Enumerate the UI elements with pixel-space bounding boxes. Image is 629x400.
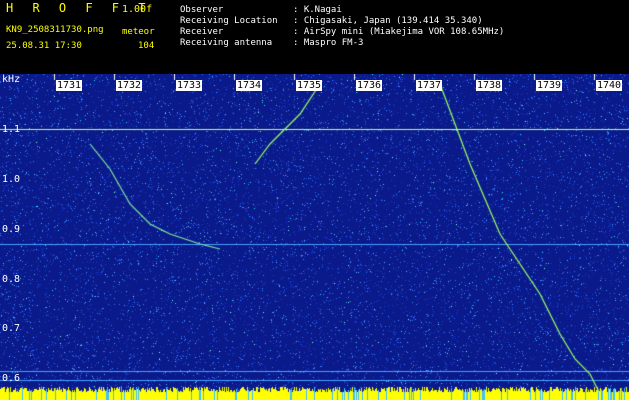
unit-label: kHz [2, 74, 21, 85]
y-tick-0-6: 0.6 [2, 373, 21, 384]
x-tick-1736: 1736 [356, 80, 383, 91]
count-label: 104 [138, 41, 155, 51]
version-label: 1.00f [122, 4, 153, 15]
antenna-label: Receiving antenna [180, 38, 273, 48]
datetime-label: 25.08.31 17:30 [6, 41, 82, 51]
x-tick-1732: 1732 [116, 80, 143, 91]
y-tick-0-8: 0.8 [2, 274, 21, 285]
y-tick-1-0: 1.0 [2, 174, 21, 185]
x-tick-1738: 1738 [476, 80, 503, 91]
mode-label: meteor [122, 27, 155, 37]
header: H R O F F T 1.00f KN9_2508311730.png met… [0, 0, 629, 74]
spectrogram-canvas [0, 74, 629, 400]
filename-label: KN9_2508311730.png [6, 25, 104, 35]
y-tick-1-1: 1.1 [2, 124, 21, 135]
y-tick-0-9: 0.9 [2, 224, 21, 235]
x-tick-1739: 1739 [536, 80, 563, 91]
x-tick-1740: 1740 [596, 80, 623, 91]
x-tick-1737: 1737 [416, 80, 443, 91]
x-tick-1735: 1735 [296, 80, 323, 91]
antenna-value: : Maspro FM-3 [293, 38, 364, 48]
x-tick-1734: 1734 [236, 80, 263, 91]
x-tick-1731: 1731 [56, 80, 83, 91]
y-tick-0-7: 0.7 [2, 323, 21, 334]
x-tick-1733: 1733 [176, 80, 203, 91]
